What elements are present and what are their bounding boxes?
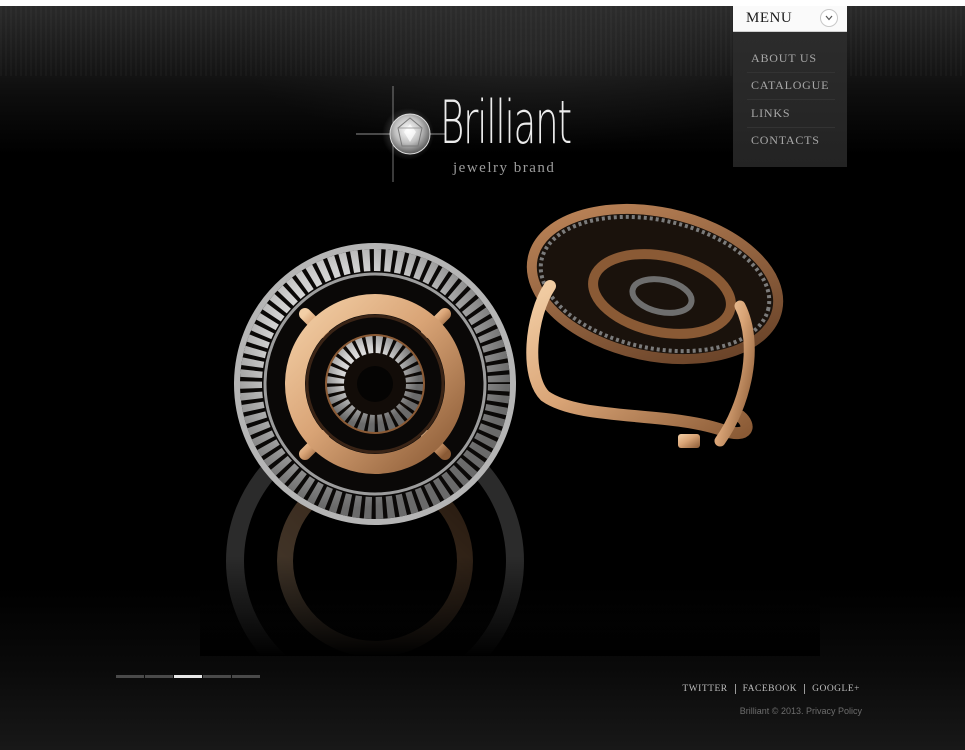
social-links: TWITTER FACEBOOK GOOGLE+ (682, 684, 860, 694)
slider-pagination (116, 675, 260, 678)
brand-title: Brilliant (440, 88, 572, 158)
copyright-text: Brilliant © 2013. (739, 706, 804, 716)
menu-item-catalogue[interactable]: CATALOGUE (751, 78, 829, 93)
separator (734, 684, 736, 694)
chevron-down-icon (825, 15, 833, 21)
copyright: Brilliant © 2013. Privacy Policy (740, 706, 862, 716)
menu-item-about-us[interactable]: ABOUT US (751, 51, 817, 66)
menu-header[interactable]: MENU (733, 6, 847, 32)
menu-dropdown: ABOUT US CATALOGUE LINKS CONTACTS (733, 32, 847, 167)
slide-indicator[interactable] (232, 675, 260, 678)
hero-stage: Brilliant jewelry brand MENU ABOUT US CA… (0, 6, 965, 750)
menu-divider (747, 72, 835, 73)
slide-indicator[interactable] (203, 675, 231, 678)
menu-item-links[interactable]: LINKS (751, 106, 790, 121)
google-plus-link[interactable]: GOOGLE+ (812, 684, 860, 694)
diamond-sparkle-icon (356, 86, 446, 182)
slide-image-earrings (200, 203, 820, 656)
menu-label: MENU (746, 10, 793, 26)
slide-indicator[interactable] (116, 675, 144, 678)
slide-indicator[interactable] (145, 675, 173, 678)
menu-divider (747, 99, 835, 100)
menu-item-contacts[interactable]: CONTACTS (751, 133, 820, 148)
menu-divider (747, 127, 835, 128)
twitter-link[interactable]: TWITTER (682, 684, 727, 694)
separator (804, 684, 806, 694)
brand-tagline: jewelry brand (453, 160, 556, 176)
brand-logo[interactable]: Brilliant jewelry brand (350, 86, 590, 186)
facebook-link[interactable]: FACEBOOK (743, 684, 798, 694)
menu-toggle-button[interactable] (820, 9, 838, 27)
privacy-policy-link[interactable]: Privacy Policy (806, 706, 862, 716)
slide-indicator-active[interactable] (174, 675, 202, 678)
